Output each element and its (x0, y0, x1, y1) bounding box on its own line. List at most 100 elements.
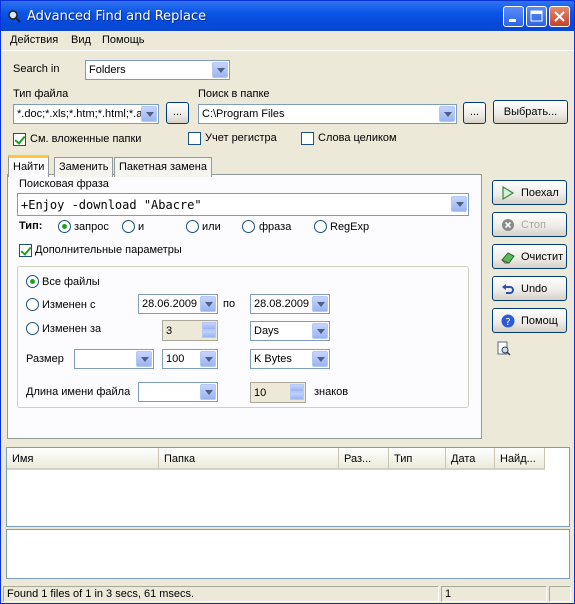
menu-actions[interactable]: Действия (10, 34, 58, 46)
chevron-down-icon[interactable] (136, 351, 152, 367)
column-folder[interactable]: Папка (159, 448, 339, 470)
name-length-operator-select[interactable] (138, 382, 218, 402)
help-button-label: Помощ (521, 315, 558, 327)
column-name[interactable]: Имя (7, 448, 159, 470)
chevron-down-icon[interactable] (312, 323, 328, 339)
status-text: Found 1 files of 1 in 3 secs, 61 msecs. (3, 586, 439, 602)
menu-help[interactable]: Помощь (102, 34, 145, 46)
search-in-value: Folders (89, 64, 126, 76)
stop-button[interactable]: Стоп (492, 212, 567, 237)
advanced-checkbox[interactable] (19, 244, 32, 257)
date-to-picker[interactable]: 28.08.2009 (250, 294, 330, 314)
document-search-icon[interactable] (496, 341, 511, 356)
select-folder-button[interactable]: Выбрать... (493, 100, 568, 124)
minimize-icon (509, 19, 516, 22)
name-length-label: Длина имени файла (26, 386, 131, 398)
case-checkbox[interactable] (188, 132, 201, 145)
type-radio-regexp[interactable] (314, 220, 327, 233)
help-icon: ? (501, 314, 515, 328)
chevron-down-icon[interactable] (439, 106, 455, 122)
chevron-down-icon[interactable] (212, 62, 228, 78)
all-files-label: Все файлы (42, 276, 100, 288)
clear-button-label: Очистит (521, 251, 564, 263)
within-unit-value: Days (254, 325, 280, 337)
title-bar[interactable]: Advanced Find and Replace (1, 1, 574, 31)
name-length-unit-label: знаков (314, 386, 349, 398)
date-to-value: 28.08.2009 (254, 298, 310, 310)
menu-view[interactable]: Вид (71, 34, 91, 46)
play-icon (502, 186, 515, 200)
name-length-spinner[interactable]: 10 (250, 382, 306, 403)
column-type[interactable]: Тип (389, 448, 446, 470)
type-or-label: или (202, 221, 221, 233)
size-unit-select[interactable]: K Bytes (250, 349, 330, 369)
size-unit-value: K Bytes (254, 353, 292, 365)
chevron-down-icon[interactable] (312, 296, 328, 312)
case-label: Учет регистра (205, 132, 277, 144)
file-type-value: *.doc;*.xls;*.htm;*.html;*.a (17, 108, 141, 120)
search-folder-value: C:\Program Files (202, 108, 285, 120)
within-unit-select[interactable]: Days (250, 321, 330, 341)
chevron-down-icon[interactable] (200, 384, 216, 400)
column-found[interactable]: Найд... (495, 448, 545, 470)
date-from-picker[interactable]: 28.06.2009 (138, 294, 218, 314)
type-phrase-label: фраза (259, 221, 292, 233)
eraser-icon (501, 252, 515, 264)
chevron-down-icon[interactable] (312, 351, 328, 367)
subfolders-label: См. вложенные папки (30, 133, 142, 145)
chevron-down-icon[interactable] (141, 106, 157, 122)
type-radio-and[interactable] (122, 220, 135, 233)
start-button[interactable]: Поехал (492, 180, 567, 205)
spinner-arrows-icon[interactable] (202, 322, 216, 339)
whole-words-checkbox[interactable] (301, 132, 314, 145)
all-files-radio[interactable] (26, 275, 39, 288)
subfolders-checkbox[interactable] (13, 133, 26, 146)
svg-text:?: ? (505, 317, 510, 328)
close-button[interactable] (549, 6, 570, 27)
stop-icon (502, 219, 514, 231)
spinner-arrows-icon[interactable] (290, 384, 304, 401)
chevron-down-icon[interactable] (200, 296, 216, 312)
search-in-label: Search in (13, 63, 60, 75)
type-radio-phrase[interactable] (242, 220, 255, 233)
maximize-icon (530, 10, 543, 22)
changed-from-radio[interactable] (26, 298, 39, 311)
help-button[interactable]: ? Помощ (492, 308, 567, 333)
search-in-select[interactable]: Folders (85, 60, 230, 80)
size-value-select[interactable]: 100 (162, 349, 218, 369)
date-from-value: 28.06.2009 (142, 298, 198, 310)
folder-browse-button[interactable]: ... (463, 102, 486, 124)
tab-batch-replace[interactable]: Пакетная замена (114, 157, 212, 177)
undo-icon (502, 284, 514, 294)
maximize-button[interactable] (526, 6, 547, 27)
column-size[interactable]: Раз... (339, 448, 389, 470)
tab-replace[interactable]: Заменить (54, 157, 114, 177)
changed-within-radio[interactable] (26, 322, 39, 335)
file-type-select[interactable]: *.doc;*.xls;*.htm;*.html;*.a (13, 104, 159, 124)
status-count: 1 (441, 586, 547, 602)
changed-from-label: Изменен с (42, 299, 96, 311)
undo-button[interactable]: Undo (492, 276, 567, 301)
results-list[interactable]: Имя Папка Раз... Тип Дата Найд... (6, 447, 570, 527)
window-title: Advanced Find and Replace (27, 9, 207, 24)
clear-button[interactable]: Очистит (492, 244, 567, 269)
type-and-label: и (138, 221, 145, 233)
column-date[interactable]: Дата (446, 448, 495, 470)
main-window: Advanced Find and Replace Действия Вид П… (0, 0, 575, 604)
file-type-browse-button[interactable]: ... (166, 102, 189, 124)
tab-find[interactable]: Найти (8, 155, 50, 177)
type-radio-query[interactable] (58, 220, 71, 233)
preview-pane[interactable] (6, 529, 570, 579)
size-operator-select[interactable] (74, 349, 154, 369)
chevron-down-icon[interactable] (200, 351, 216, 367)
type-query-label: запрос (74, 221, 109, 233)
phrase-input[interactable]: +Enjoy -download "Abacre" (17, 193, 469, 216)
status-grip[interactable] (549, 586, 571, 602)
size-value: 100 (166, 353, 185, 365)
minimize-button[interactable] (503, 6, 524, 27)
undo-button-label: Undo (521, 283, 548, 295)
type-radio-or[interactable] (186, 220, 199, 233)
within-spinner[interactable]: 3 (162, 320, 218, 341)
chevron-down-icon[interactable] (451, 196, 467, 212)
search-folder-select[interactable]: C:\Program Files (198, 104, 457, 124)
